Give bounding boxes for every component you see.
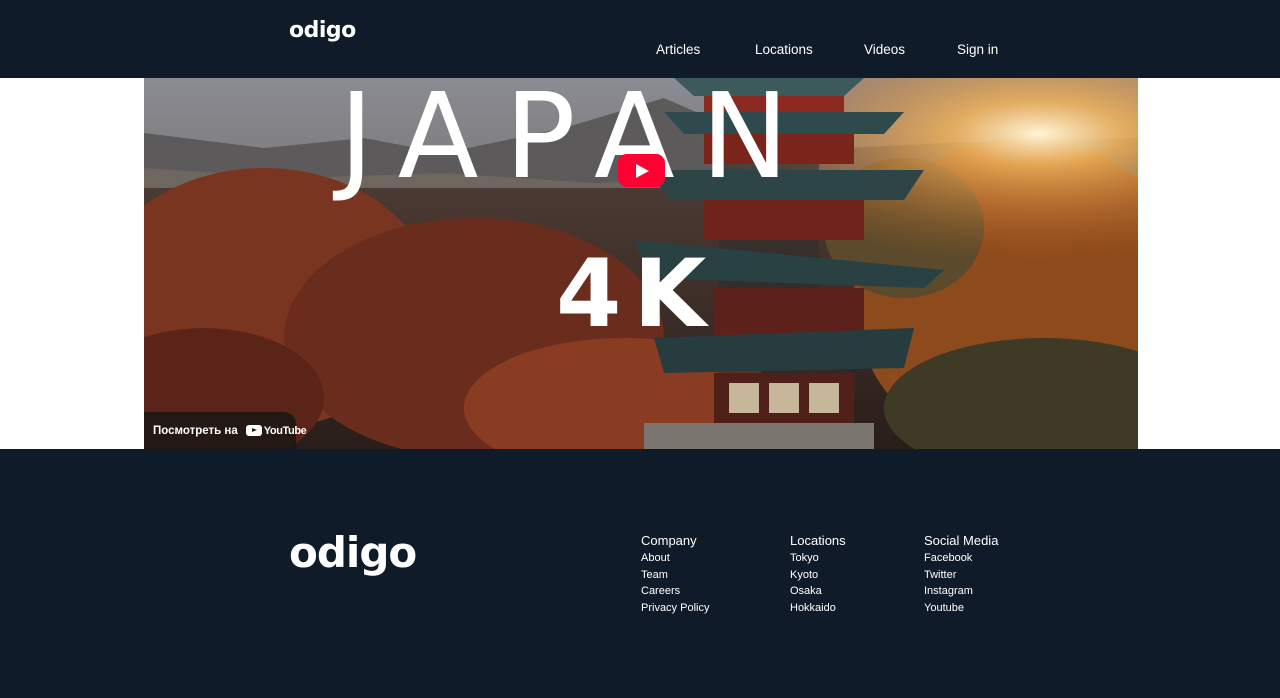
play-button[interactable] — [618, 154, 665, 187]
watch-on-youtube-button[interactable]: Посмотреть на YouTube — [144, 412, 307, 449]
youtube-wordmark: YouTube — [263, 424, 307, 437]
footer-column-social-media: Social Media Facebook Twitter Instagram … — [924, 532, 998, 616]
footer-link-facebook[interactable]: Facebook — [924, 550, 998, 567]
footer-heading-locations: Locations — [790, 533, 846, 548]
footer-link-twitter[interactable]: Twitter — [924, 567, 998, 584]
footer-link-team[interactable]: Team — [641, 567, 709, 584]
footer-column-company: Company About Team Careers Privacy Polic… — [641, 532, 709, 616]
footer-link-instagram[interactable]: Instagram — [924, 583, 998, 600]
footer-link-hokkaido[interactable]: Hokkaido — [790, 600, 846, 617]
nav-locations[interactable]: Locations — [755, 41, 813, 59]
footer-link-osaka[interactable]: Osaka — [790, 583, 846, 600]
nav-videos[interactable]: Videos — [864, 41, 905, 59]
footer-link-kyoto[interactable]: Kyoto — [790, 567, 846, 584]
footer-link-privacy-policy[interactable]: Privacy Policy — [641, 600, 709, 617]
footer-logo[interactable]: odigo — [289, 527, 417, 579]
footer-heading-social-media: Social Media — [924, 533, 999, 548]
footer-link-tokyo[interactable]: Tokyo — [790, 550, 846, 567]
site-header: odigo Articles Locations Videos Sign in — [0, 0, 1280, 78]
footer-heading-company: Company — [641, 533, 697, 548]
nav-sign-in[interactable]: Sign in — [957, 41, 998, 59]
footer-link-youtube[interactable]: Youtube — [924, 600, 998, 617]
video-subtitle: 4K — [556, 240, 719, 349]
youtube-icon — [245, 425, 262, 436]
embedded-video[interactable]: JAPAN 4K Посмотреть на YouTube — [144, 78, 1138, 449]
footer-column-locations: Locations Tokyo Kyoto Osaka Hokkaido — [790, 532, 846, 616]
youtube-logo: YouTube — [245, 424, 307, 437]
nav-articles[interactable]: Articles — [656, 41, 700, 59]
watch-on-label: Посмотреть на — [153, 424, 238, 437]
site-logo[interactable]: odigo — [289, 15, 356, 47]
footer-link-careers[interactable]: Careers — [641, 583, 709, 600]
site-footer: odigo Company About Team Careers Privacy… — [0, 449, 1280, 698]
footer-link-about[interactable]: About — [641, 550, 709, 567]
video-title: JAPAN — [339, 78, 816, 205]
